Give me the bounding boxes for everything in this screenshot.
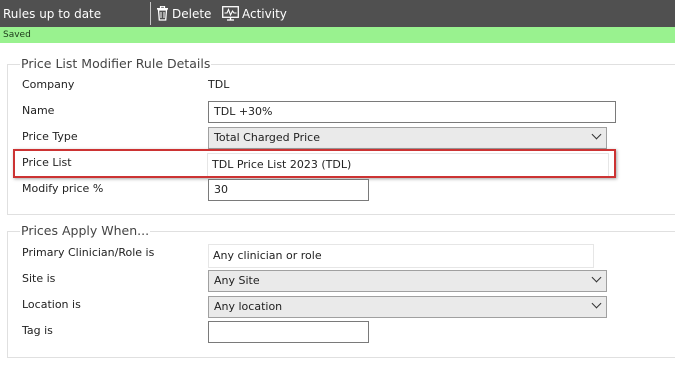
modify-price-label: Modify price % [22, 182, 104, 195]
tag-input[interactable] [208, 321, 369, 343]
apply-when-title: Prices Apply When... [20, 223, 151, 238]
company-label: Company [22, 78, 75, 91]
toolbar-divider [150, 2, 151, 25]
chevron-down-icon [591, 272, 602, 283]
site-select[interactable]: Any Site [208, 270, 607, 292]
tag-label: Tag is [22, 324, 53, 337]
name-label: Name [22, 104, 55, 117]
trash-icon [157, 6, 168, 21]
delete-button[interactable]: Delete [156, 0, 211, 27]
site-label: Site is [22, 272, 56, 285]
clinician-value[interactable]: Any clinician or role [208, 244, 594, 268]
saved-status-text: Saved [3, 30, 31, 40]
price-type-value: Total Charged Price [214, 131, 320, 144]
company-value: TDL [208, 78, 230, 91]
name-input[interactable]: TDL +30% [208, 101, 616, 123]
chevron-down-icon [591, 129, 602, 140]
activity-monitor-icon [222, 6, 239, 21]
delete-label: Delete [172, 6, 212, 21]
saved-status-bar: Saved [0, 27, 675, 43]
location-select[interactable]: Any location [208, 296, 607, 318]
modify-price-input[interactable]: 30 [208, 179, 369, 201]
price-type-label: Price Type [22, 130, 78, 143]
activity-button[interactable]: Activity [222, 0, 287, 27]
site-value: Any Site [214, 274, 260, 287]
location-value: Any location [214, 300, 283, 313]
activity-label: Activity [242, 6, 287, 21]
price-type-select[interactable]: Total Charged Price [208, 127, 607, 149]
price-list-highlight [13, 149, 616, 178]
rule-details-title: Price List Modifier Rule Details [20, 56, 212, 71]
location-label: Location is [22, 298, 81, 311]
rules-status-text: Rules up to date [3, 7, 102, 21]
toolbar: Rules up to date Delete Activity [0, 0, 675, 27]
chevron-down-icon [591, 298, 602, 309]
clinician-label: Primary Clinician/Role is [22, 246, 155, 259]
